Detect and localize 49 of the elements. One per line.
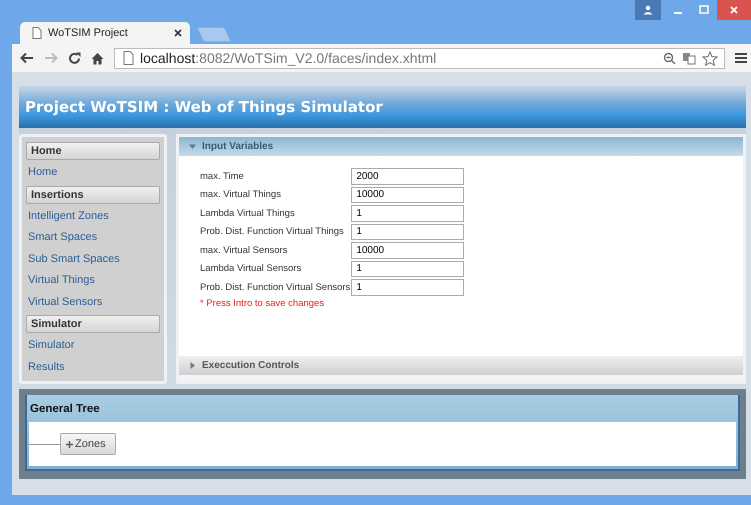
back-icon[interactable] (20, 52, 34, 64)
section-header[interactable]: Insertions (26, 186, 160, 204)
zoom-icon[interactable] (663, 52, 676, 64)
menu-icon[interactable] (735, 52, 747, 64)
sidebar-link[interactable]: Virtual Sensors (26, 294, 160, 311)
field-label: max. Time (200, 170, 245, 182)
field-label: Prob. Dist. Function Virtual Sensors (200, 282, 350, 293)
input-field[interactable]: 1 (351, 279, 464, 296)
sidebar-link[interactable]: Results (26, 358, 160, 376)
browser-tab[interactable]: WoTSIM Project (20, 22, 190, 44)
plus-icon (66, 440, 73, 448)
page-icon (123, 51, 134, 65)
input-field[interactable]: 1 (351, 224, 464, 240)
input-field[interactable]: 2000 (351, 168, 464, 184)
field-label: Prob. Dist. Function Virtual Things (200, 226, 345, 238)
address-bar[interactable]: localhost:8082/WoTSim_V2.0/faces/index.xhtml (114, 48, 725, 68)
sidebar-link[interactable]: Virtual Things (26, 272, 160, 290)
field-label: Lambda Virtual Sensors (200, 263, 302, 274)
reload-icon[interactable] (68, 52, 81, 64)
user-icon[interactable] (635, 0, 661, 20)
tree-node[interactable]: Zones (60, 433, 116, 455)
sidebar-link[interactable]: Simulator (26, 337, 160, 354)
input-field[interactable]: 10000 (351, 186, 464, 203)
tab-title: WoTSIM Project (48, 27, 129, 39)
caret-down-icon (189, 143, 196, 150)
field-label: Lambda Virtual Things (200, 208, 296, 219)
sidebar-link[interactable]: Smart Spaces (26, 229, 160, 246)
field-label: max. Virtual Things (200, 189, 282, 200)
page-title: Project WoTSIM : Web of Things Simulator (25, 98, 383, 116)
input-field[interactable]: 1 (351, 205, 464, 222)
accordion-header[interactable]: Execcution Controls (179, 356, 743, 375)
accordion-header[interactable]: Input Variables (179, 137, 743, 156)
input-field[interactable]: 10000 (351, 242, 464, 258)
field-label: max. Virtual Sensors (200, 244, 288, 256)
close-icon[interactable] (174, 29, 182, 37)
sidebar-link[interactable]: Intelligent Zones (26, 208, 160, 225)
panel-title: General Tree (30, 402, 100, 414)
sidebar-link[interactable]: Sub Smart Spaces (26, 250, 160, 268)
page-icon (32, 27, 42, 39)
hint-text: * Press Intro to save changes (200, 298, 326, 308)
translate-icon[interactable] (682, 52, 696, 64)
sidebar-link[interactable]: Home (26, 164, 160, 182)
input-field[interactable]: 1 (351, 260, 464, 277)
section-header[interactable]: Home (26, 142, 160, 160)
home-icon[interactable] (91, 52, 104, 64)
section-header[interactable]: Simulator (26, 315, 160, 333)
star-icon[interactable] (702, 50, 718, 66)
url-text: localhost:8082/WoTSim_V2.0/faces/index.xhtml (140, 50, 436, 66)
caret-right-icon (189, 362, 196, 369)
